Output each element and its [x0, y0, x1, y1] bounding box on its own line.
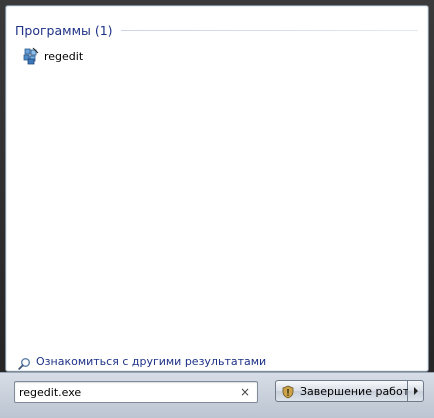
search-icon [18, 355, 31, 370]
shutdown-button[interactable]: Завершение работы [275, 380, 418, 402]
clear-icon[interactable]: × [237, 385, 253, 399]
shutdown-group: Завершение работы [275, 380, 424, 402]
more-results-link[interactable]: Ознакомиться с другими результатами [18, 352, 266, 370]
shutdown-label: Завершение работы [300, 384, 418, 398]
more-results-label: Ознакомиться с другими результатами [36, 354, 267, 368]
shield-icon [281, 384, 295, 399]
regedit-icon [22, 47, 40, 65]
group-title: Программы (1) [15, 22, 113, 38]
result-label: regedit [44, 49, 84, 63]
search-results-panel: Программы (1) regedit Ознакомиться с дру… [5, 5, 429, 372]
result-item-regedit[interactable]: regedit [22, 46, 89, 66]
search-box: × [14, 381, 258, 403]
results-group-header: Программы (1) [15, 20, 418, 40]
group-divider [120, 29, 418, 31]
start-menu: Программы (1) regedit Ознакомиться с дру… [0, 0, 434, 418]
arrow-right-icon [413, 387, 418, 395]
search-input[interactable] [15, 383, 237, 401]
bottom-bar: × Завершение работы [0, 372, 434, 418]
shutdown-options-button[interactable] [408, 380, 424, 402]
